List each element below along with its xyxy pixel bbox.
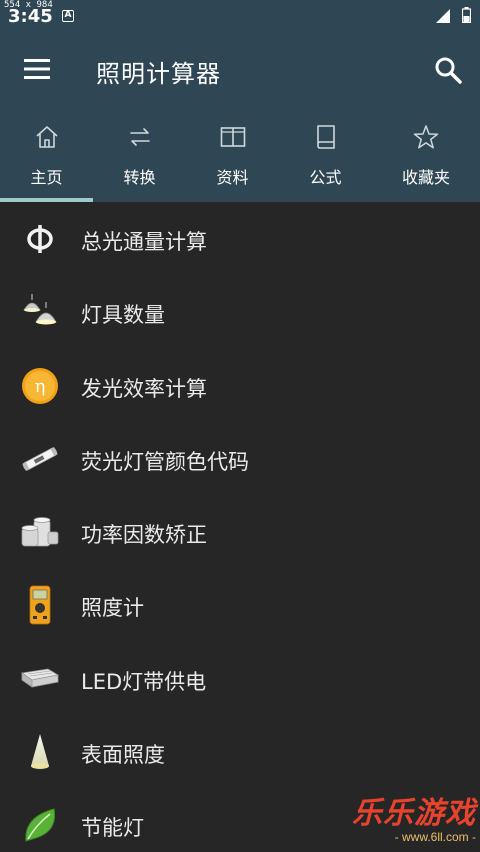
tab-resources[interactable]: 资料 <box>186 116 279 202</box>
list-item-label: 照度计 <box>81 596 144 621</box>
app-title: 照明计算器 <box>96 60 221 88</box>
tab-convert[interactable]: 转换 <box>93 116 186 202</box>
home-icon <box>35 126 58 148</box>
tab-label: 公式 <box>309 168 342 187</box>
capacitor-icon <box>21 517 59 547</box>
list-item-label: 荧光灯管颜色代码 <box>81 449 249 474</box>
eta-icon: η <box>22 367 58 404</box>
list-item-label: 发光效率计算 <box>81 376 207 401</box>
tab-label: 收藏夹 <box>401 168 450 187</box>
list-item-power-factor-correction[interactable]: 功率因数矫正 <box>0 495 480 568</box>
watermark-url: - www.6ll.com - <box>394 830 476 844</box>
list-item-label: 灯具数量 <box>81 303 165 328</box>
list-item-lux-meter[interactable]: 照度计 <box>0 568 480 641</box>
star-icon <box>413 125 439 149</box>
search-icon[interactable] <box>434 56 462 84</box>
list-item-label: 功率因数矫正 <box>81 523 207 548</box>
watermark: 乐乐游戏 - www.6ll.com - <box>352 788 476 844</box>
list-item-luminous-efficacy[interactable]: η 发光效率计算 <box>0 349 480 422</box>
menu-icon[interactable] <box>24 58 50 80</box>
list-item-label: 总光通量计算 <box>81 230 207 254</box>
fluorescent-tube-icon <box>22 446 58 471</box>
calculator-list: 总光通量计算 灯具数量 η 发光效率计算 荧光灯管颜色代码 功率因数矫正 照度计… <box>0 202 480 852</box>
tab-label: 转换 <box>123 168 156 187</box>
signal-icon <box>436 9 450 23</box>
list-item-label: 节能灯 <box>81 816 144 841</box>
tab-label: 主页 <box>30 168 63 187</box>
list-item-surface-illuminance[interactable]: 表面照度 <box>0 715 480 788</box>
light-cone-icon <box>31 734 49 770</box>
leaf-icon <box>25 808 56 843</box>
book-open-icon <box>220 127 245 147</box>
tab-favorites[interactable]: 收藏夹 <box>372 116 480 202</box>
notification-a-icon: A <box>62 10 74 22</box>
tab-bar: 主页 转换 资料 公式 收藏夹 <box>0 116 480 202</box>
watermark-title: 乐乐游戏 <box>352 796 476 831</box>
svg-text:η: η <box>35 376 46 397</box>
led-driver-icon <box>20 668 60 688</box>
list-item-fixture-count[interactable]: 灯具数量 <box>0 275 480 348</box>
list-item-led-strip-power[interactable]: LED灯带供电 <box>0 642 480 715</box>
screen-size-label: 554 x 984 <box>4 0 53 10</box>
list-item-total-luminous-flux[interactable]: 总光通量计算 <box>0 202 480 275</box>
list-item-fluorescent-color-code[interactable]: 荧光灯管颜色代码 <box>0 422 480 495</box>
tab-home[interactable]: 主页 <box>0 116 93 202</box>
app-bar: 照明计算器 <box>0 40 480 100</box>
book-icon <box>316 125 335 149</box>
tab-formulas[interactable]: 公式 <box>279 116 372 202</box>
convert-icon <box>129 128 150 146</box>
phi-icon <box>27 225 53 253</box>
battery-icon <box>462 7 471 23</box>
lux-meter-icon <box>29 586 51 625</box>
list-item-label: 表面照度 <box>81 743 165 768</box>
status-bar: 3:45 A <box>0 0 480 30</box>
list-item-label: LED灯带供电 <box>81 669 207 694</box>
lamp-fixture-icon <box>23 294 57 325</box>
top-bar: 3:45 A 照明计算器 主页 转换 资料 公式 收藏夹 <box>0 0 480 202</box>
tab-label: 资料 <box>216 168 249 187</box>
